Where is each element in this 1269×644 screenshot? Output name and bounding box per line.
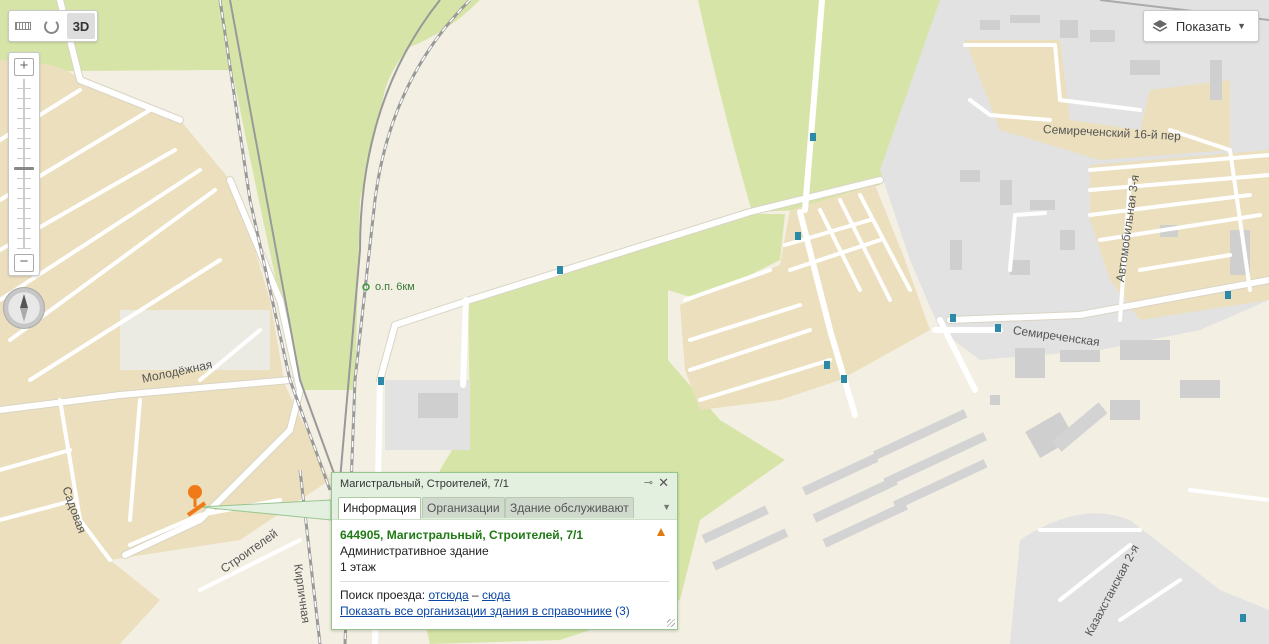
balloon-body: 644905, Магистральный, Строителей, 7/1 А… <box>332 520 677 619</box>
route-dash: – <box>471 588 479 602</box>
3d-button[interactable]: 3D <box>67 13 95 39</box>
warning-icon[interactable] <box>657 528 665 536</box>
route-search-row: Поиск проезда: отсюда – сюда <box>340 587 669 603</box>
compass-control[interactable] <box>3 287 45 329</box>
chevron-down-icon: ▼ <box>1237 21 1246 31</box>
close-icon[interactable]: ✕ <box>658 475 669 491</box>
layers-button[interactable]: Показать ▼ <box>1142 10 1259 42</box>
route-from-link[interactable]: отсюда <box>428 588 468 602</box>
route-to-link[interactable]: сюда <box>482 588 510 602</box>
chevron-down-icon[interactable]: ▼ <box>662 502 671 512</box>
pin-icon[interactable]: ⊸ <box>644 476 653 489</box>
layers-label: Показать <box>1175 18 1232 34</box>
balloon-tabs: Информация Организации Здание обслуживаю… <box>332 495 677 520</box>
route-icon <box>43 18 59 34</box>
tab-building-services[interactable]: Здание обслуживают <box>505 497 634 518</box>
tab-information[interactable]: Информация <box>338 497 422 519</box>
layers-icon <box>1152 20 1168 32</box>
balloon-header: Магистральный, Строителей, 7/1 ⊸ ✕ <box>332 473 677 495</box>
zoom-in-button[interactable]: + <box>14 58 34 76</box>
zoom-slider-handle[interactable] <box>14 167 34 171</box>
route-search-label: Поиск проезда: <box>340 588 426 602</box>
building-address: 644905, Магистральный, Строителей, 7/1 <box>340 528 583 542</box>
map-toolbar: 3D <box>8 10 98 42</box>
info-balloon: Магистральный, Строителей, 7/1 ⊸ ✕ Инфор… <box>331 472 678 630</box>
organizations-count: (3) <box>615 604 630 618</box>
ruler-button[interactable] <box>9 13 37 39</box>
station-label: о.п. 6км <box>375 281 415 293</box>
resize-handle[interactable] <box>667 619 675 627</box>
building-type: Административное здание <box>340 544 489 558</box>
compass-needle-icon <box>20 294 28 322</box>
zoom-out-button[interactable]: − <box>14 254 34 272</box>
show-all-organizations-link[interactable]: Показать все организации здания в справо… <box>340 604 612 618</box>
show-all-row: Показать все организации здания в справо… <box>340 603 669 619</box>
ruler-icon <box>15 22 31 30</box>
route-button[interactable] <box>37 13 65 39</box>
building-floors: 1 этаж <box>340 560 376 574</box>
balloon-divider <box>340 581 669 582</box>
balloon-title: Магистральный, Строителей, 7/1 <box>340 478 509 490</box>
tab-organizations[interactable]: Организации <box>422 497 505 518</box>
zoom-slider-track[interactable] <box>23 79 25 249</box>
zoom-control: + − <box>8 52 40 276</box>
